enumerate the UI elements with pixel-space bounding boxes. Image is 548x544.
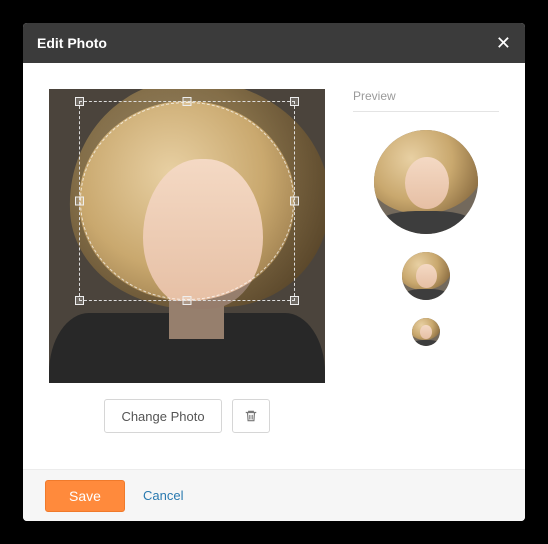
crop-handle-w[interactable] (75, 197, 84, 206)
close-icon[interactable]: ✕ (496, 34, 511, 52)
preview-avatar-large (374, 130, 478, 234)
modal-footer: Save Cancel (23, 469, 525, 521)
crop-rectangle[interactable] (79, 101, 295, 301)
modal-title: Edit Photo (37, 35, 107, 51)
crop-handle-s[interactable] (183, 296, 192, 305)
delete-photo-button[interactable] (232, 399, 270, 433)
preview-avatars (353, 130, 499, 346)
change-photo-button[interactable]: Change Photo (104, 399, 221, 433)
trash-icon (244, 409, 258, 423)
crop-handle-sw[interactable] (75, 296, 84, 305)
crop-handle-nw[interactable] (75, 97, 84, 106)
photo-crop-area[interactable] (49, 89, 325, 383)
preview-column: Preview (353, 89, 499, 433)
crop-handle-n[interactable] (183, 97, 192, 106)
crop-handle-e[interactable] (290, 197, 299, 206)
preview-avatar-medium (402, 252, 450, 300)
edit-photo-modal: Edit Photo ✕ (23, 23, 525, 521)
preview-label: Preview (353, 89, 499, 112)
modal-body: Change Photo Preview (23, 63, 525, 469)
cancel-link[interactable]: Cancel (143, 488, 183, 503)
modal-header: Edit Photo ✕ (23, 23, 525, 63)
photo-editor-column: Change Photo (49, 89, 325, 433)
preview-avatar-small (412, 318, 440, 346)
editor-row: Change Photo Preview (49, 89, 499, 433)
save-button[interactable]: Save (45, 480, 125, 512)
crop-handle-se[interactable] (290, 296, 299, 305)
photo-image (49, 89, 325, 383)
crop-circle-guide (80, 102, 294, 300)
photo-controls: Change Photo (49, 399, 325, 433)
modal-backdrop: Edit Photo ✕ (0, 0, 548, 544)
crop-handle-ne[interactable] (290, 97, 299, 106)
